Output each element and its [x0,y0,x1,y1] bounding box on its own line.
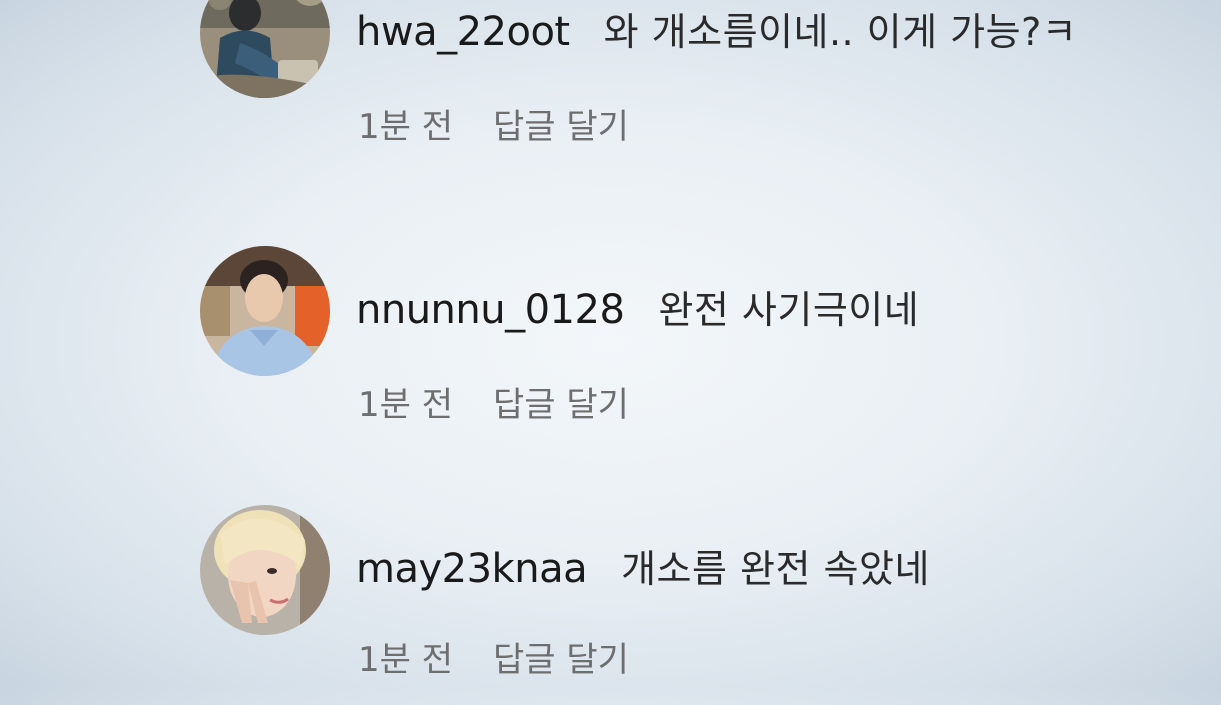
comment-meta: 1분 전 답글 달기 [358,643,629,677]
comment-line: may23knaa 개소름 완전 속았네 [356,549,930,589]
comment-text: 와 개소름이네.. 이게 가능?ㅋ [603,10,1078,54]
timestamp: 1분 전 [358,640,453,680]
avatar[interactable] [200,505,330,635]
comment-item: may23knaa 개소름 완전 속았네 1분 전 답글 달기 [200,505,1200,705]
username[interactable]: hwa_22oot [356,9,570,55]
comment-item: hwa_22oot 와 개소름이네.. 이게 가능?ㅋ 1분 전 답글 달기 [200,0,1200,168]
comment-text: 개소름 완전 속았네 [621,547,930,591]
comment-list: hwa_22oot 와 개소름이네.. 이게 가능?ㅋ 1분 전 답글 달기 nnu… [0,0,1221,686]
comment-meta: 1분 전 답글 달기 [358,388,629,422]
username[interactable]: nnunnu_0128 [356,287,625,333]
reply-button[interactable]: 답글 달기 [493,107,629,147]
avatar[interactable] [200,0,330,98]
comment-line: nnunnu_0128 완전 사기극이네 [356,290,919,330]
timestamp: 1분 전 [358,385,453,425]
avatar-photo-icon [200,246,330,376]
avatar[interactable] [200,246,330,376]
timestamp: 1분 전 [358,107,453,147]
avatar-photo-icon [200,0,330,98]
reply-button[interactable]: 답글 달기 [493,640,629,680]
comment-meta: 1분 전 답글 달기 [358,110,629,144]
avatar-photo-icon [200,505,330,635]
comment-line: hwa_22oot 와 개소름이네.. 이게 가능?ㅋ [356,12,1077,52]
reply-button[interactable]: 답글 달기 [493,385,629,425]
username[interactable]: may23knaa [356,546,588,592]
comment-item: nnunnu_0128 완전 사기극이네 1분 전 답글 달기 [200,246,1200,446]
comment-text: 완전 사기극이네 [658,288,920,332]
